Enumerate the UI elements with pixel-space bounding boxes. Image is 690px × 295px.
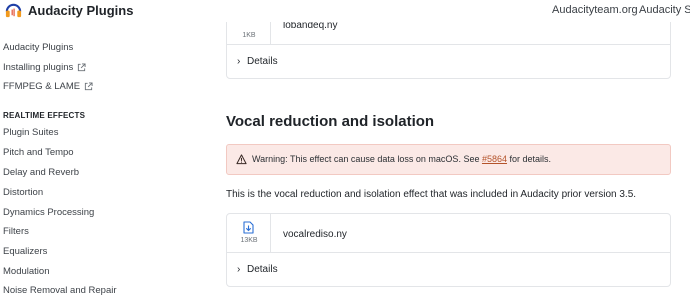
- sidebar-item-delay-reverb[interactable]: Delay and Reverb: [3, 167, 79, 178]
- file-download-icon: [243, 221, 254, 234]
- sidebar-item-audacity-plugins[interactable]: Audacity Plugins: [3, 42, 73, 53]
- brand-title[interactable]: Audacity Plugins: [28, 3, 133, 18]
- details-label: Details: [247, 264, 278, 275]
- details-label: Details: [247, 56, 278, 67]
- file-icon-box: 13KB: [227, 214, 271, 252]
- plugin-card: 13KB vocalrediso.ny › Details: [226, 213, 671, 287]
- sidebar-item-filters[interactable]: Filters: [3, 226, 29, 237]
- details-toggle[interactable]: › Details: [227, 253, 670, 288]
- warning-suffix: for details.: [506, 154, 552, 164]
- chevron-right-icon: ›: [237, 56, 241, 67]
- top-bar: Audacity Plugins Audacityteam.org Audaci…: [0, 0, 690, 22]
- sidebar-item-dynamics[interactable]: Dynamics Processing: [3, 207, 94, 218]
- warning-banner: Warning: This effect can cause data loss…: [226, 144, 671, 175]
- audacity-logo-icon[interactable]: [4, 1, 23, 20]
- sidebar-item-equalizers[interactable]: Equalizers: [3, 246, 47, 257]
- external-link-icon: [84, 82, 93, 91]
- sidebar-item-distortion[interactable]: Distortion: [3, 187, 43, 198]
- sidebar-section-heading: REALTIME EFFECTS: [3, 111, 86, 120]
- file-name-link[interactable]: vocalrediso.ny: [283, 229, 347, 240]
- warning-prefix: Warning: This effect can cause data loss…: [252, 154, 482, 164]
- issue-link[interactable]: #5864: [482, 154, 507, 164]
- sidebar-item-noise-removal[interactable]: Noise Removal and Repair: [3, 285, 117, 295]
- sidebar-item-label: FFMPEG & LAME: [3, 81, 81, 92]
- chevron-right-icon: ›: [237, 264, 241, 275]
- warning-triangle-icon: [236, 154, 247, 165]
- sidebar-item-ffmpeg-lame[interactable]: FFMPEG & LAME: [3, 81, 93, 92]
- warning-text: Warning: This effect can cause data loss…: [252, 154, 551, 164]
- sidebar-item-installing-plugins[interactable]: Installing plugins: [3, 62, 86, 73]
- section-title: Vocal reduction and isolation: [226, 113, 435, 130]
- audacity-support-link[interactable]: Audacity Su: [639, 4, 690, 16]
- description-text: This is the vocal reduction and isolatio…: [226, 189, 637, 200]
- external-link-icon: [78, 63, 86, 72]
- sidebar-item-pitch-tempo[interactable]: Pitch and Tempo: [3, 147, 74, 158]
- sidebar-item-modulation[interactable]: Modulation: [3, 266, 49, 277]
- audacityteam-link[interactable]: Audacityteam.org: [552, 4, 638, 16]
- file-download-row[interactable]: 13KB vocalrediso.ny: [227, 214, 670, 253]
- main-content: 1KB lobandeq.ny › Details Vocal reductio…: [226, 0, 672, 295]
- details-toggle[interactable]: › Details: [227, 45, 670, 80]
- sidebar: Audacity Plugins Installing plugins FFMP…: [0, 22, 200, 295]
- sidebar-item-label: Installing plugins: [3, 62, 74, 73]
- sidebar-item-label: Audacity Plugins: [3, 42, 74, 53]
- sidebar-item-plugin-suites[interactable]: Plugin Suites: [3, 127, 58, 138]
- file-size: 1KB: [242, 32, 256, 39]
- file-size: 13KB: [240, 237, 258, 244]
